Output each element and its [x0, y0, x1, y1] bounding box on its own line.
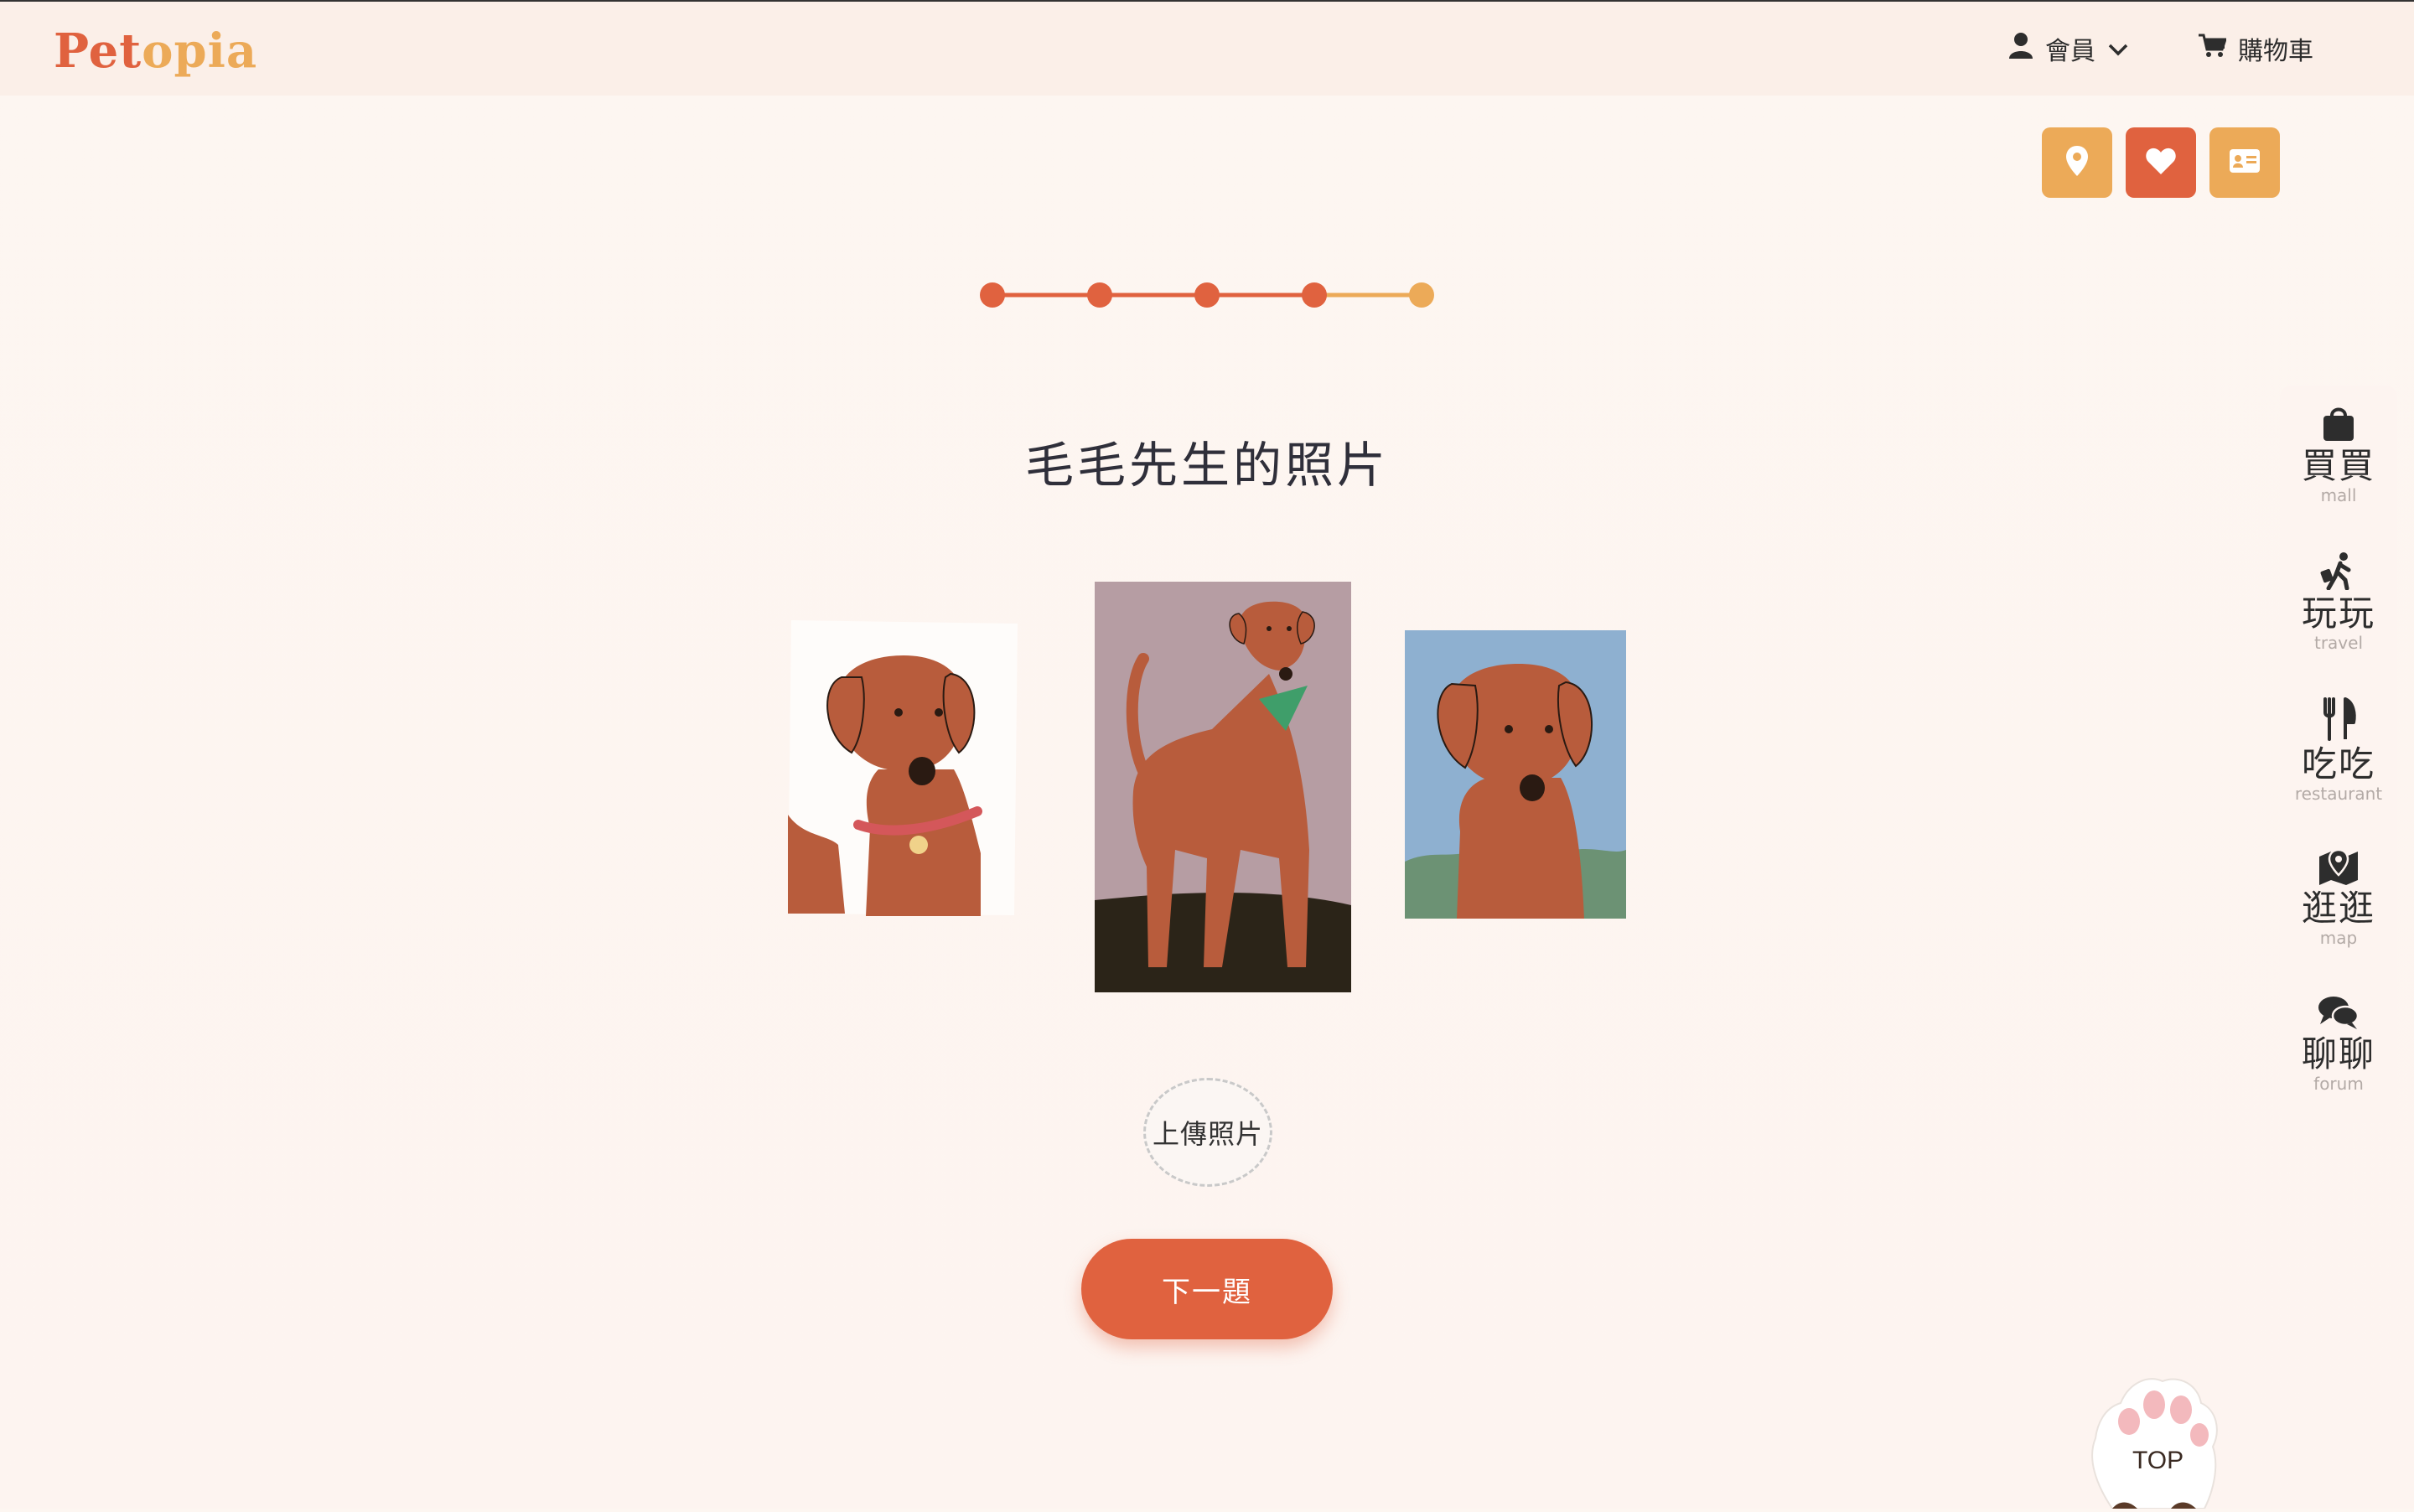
- favorite-button[interactable]: [2126, 127, 2196, 198]
- location-pin-icon: [2065, 145, 2089, 180]
- top-label: TOP: [2132, 1447, 2184, 1474]
- sidebar-label-en: restaurant: [2294, 784, 2383, 804]
- sidebar-label-en: travel: [2313, 633, 2364, 653]
- sidebar-label-zh: 聊聊: [2301, 1033, 2375, 1074]
- user-icon: [2008, 32, 2033, 65]
- cart-icon: [2198, 33, 2228, 65]
- sidebar-label-zh: 玩玩: [2301, 593, 2375, 634]
- sidebar-item-forum[interactable]: 聊聊 forum: [2280, 994, 2397, 1093]
- petopia-logo[interactable]: Petopia: [54, 23, 257, 79]
- pet-photo-1: [786, 619, 1021, 920]
- category-sidebar: 買買 mall 玩玩 travel 吃吃 restaurant 逛逛 map 聊…: [2280, 386, 2397, 1123]
- back-to-top-button[interactable]: TOP: [2079, 1366, 2230, 1509]
- upload-photo-button[interactable]: 上傳照片: [1143, 1078, 1272, 1187]
- sidebar-item-restaurant[interactable]: 吃吃 restaurant: [2280, 697, 2397, 803]
- sidebar-item-travel[interactable]: 玩玩 travel: [2280, 551, 2397, 652]
- utensils-icon: [2280, 697, 2397, 744]
- profile-card-button[interactable]: [2209, 127, 2280, 198]
- member-label: 會員: [2045, 37, 2095, 66]
- sidebar-item-map[interactable]: 逛逛 map: [2280, 847, 2397, 947]
- sidebar-label-en: forum: [2313, 1074, 2364, 1094]
- progress-step-3: [1194, 282, 1220, 308]
- sidebar-label-en: mall: [2320, 485, 2357, 505]
- location-button[interactable]: [2042, 127, 2112, 198]
- shopping-bag-icon: [2280, 404, 2397, 446]
- heart-icon: [2145, 147, 2177, 179]
- top-navbar: Petopia 會員 購物車: [0, 0, 2414, 96]
- walking-luggage-icon: [2280, 551, 2397, 593]
- chevron-down-icon: [2107, 34, 2129, 64]
- cart-label: 購物車: [2238, 37, 2313, 66]
- id-card-icon: [2229, 148, 2261, 177]
- page-title: 毛毛先生的照片: [1024, 437, 1389, 494]
- pet-photo-3: [1405, 630, 1626, 922]
- logo-text-pet: Pet: [54, 23, 142, 79]
- progress-step-2: [1087, 282, 1112, 308]
- pet-photo-2: [1095, 582, 1351, 996]
- cart-link[interactable]: 購物車: [2198, 30, 2313, 67]
- sidebar-item-mall[interactable]: 買買 mall: [2280, 404, 2397, 505]
- progress-step-4: [1302, 282, 1327, 308]
- cat-paw-icon: [2091, 1378, 2218, 1509]
- member-menu[interactable]: 會員: [2008, 30, 2129, 67]
- chat-bubbles-icon: [2280, 994, 2397, 1034]
- logo-text-opia: opia: [142, 23, 258, 79]
- sidebar-label-en: map: [2319, 928, 2358, 948]
- progress-step-5: [1409, 282, 1434, 308]
- map-pin-icon: [2280, 847, 2397, 888]
- sidebar-label-zh: 逛逛: [2301, 888, 2375, 929]
- next-question-button[interactable]: 下一題: [1081, 1239, 1333, 1339]
- progress-step-1: [980, 282, 1005, 308]
- question-progress-stepper: [977, 280, 1438, 310]
- sidebar-label-zh: 買買: [2301, 445, 2375, 486]
- sidebar-label-zh: 吃吃: [2301, 743, 2375, 784]
